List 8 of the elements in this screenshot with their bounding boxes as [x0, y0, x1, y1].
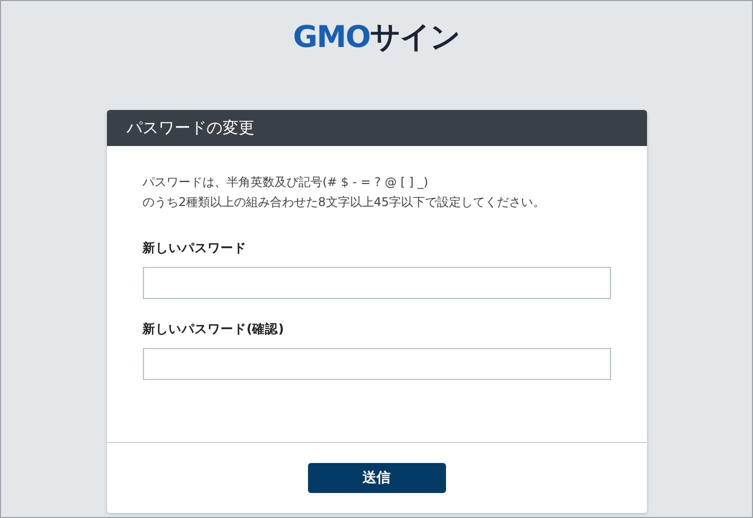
password-field[interactable]: [142, 348, 610, 380]
card-title: パスワードの変更: [126, 118, 254, 138]
description-text: パスワードは、半角英数及び記号(# $ - = ? @ [ ] _) のうち2種類以上の組み合わせた8文字以上45字以下で設定してください。: [142, 174, 546, 211]
field-label: 新しいパスワード: [142, 240, 248, 257]
field-label: 新しいパスワード(確認): [142, 321, 285, 338]
password-field[interactable]: [142, 267, 610, 299]
logo: GMOサイン: [293, 21, 460, 55]
submit-button[interactable]: 送信: [308, 463, 446, 493]
